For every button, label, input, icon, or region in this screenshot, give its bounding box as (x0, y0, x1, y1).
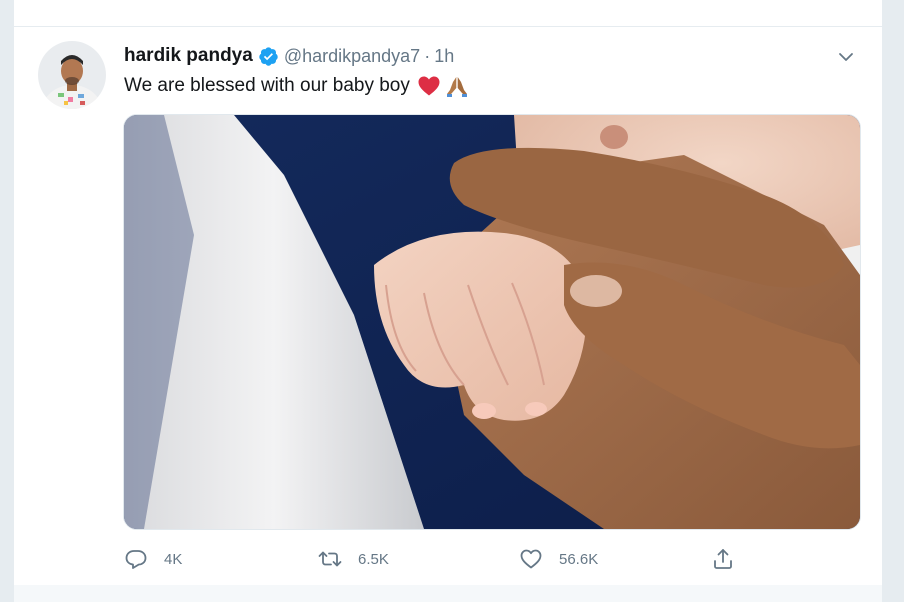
tweet-actions-bar: 4K 6.5K 56.6K (124, 541, 764, 577)
previous-tweet-strip (14, 0, 882, 27)
tweet-timestamp[interactable]: 1h (434, 46, 454, 67)
like-count: 56.6K (559, 550, 599, 568)
tweet-text-row: We are blessed with our baby boy (124, 74, 469, 98)
reply-icon (125, 550, 147, 569)
tweet-card[interactable]: hardik pandya @hardikpandya7 · 1h We are… (14, 27, 882, 585)
reply-count: 4K (164, 550, 183, 568)
chevron-down-icon[interactable] (836, 47, 856, 67)
retweet-button[interactable]: 6.5K (318, 541, 389, 577)
folded-hands-icon (445, 74, 469, 98)
red-heart-icon (417, 74, 441, 98)
retweet-count: 6.5K (358, 550, 389, 568)
separator-dot: · (424, 45, 431, 66)
user-handle[interactable]: @hardikpandya7 (284, 46, 420, 67)
next-tweet-strip (14, 585, 882, 602)
retweet-icon (318, 551, 342, 567)
like-button[interactable]: 56.6K (519, 541, 598, 577)
tweet-body-text: We are blessed with our baby boy (124, 75, 410, 96)
tweet-media-image[interactable] (123, 114, 861, 530)
avatar[interactable] (38, 41, 106, 109)
share-icon (714, 549, 732, 569)
reply-button[interactable]: 4K (124, 541, 182, 577)
verified-badge-icon (258, 46, 279, 67)
share-button[interactable] (711, 541, 735, 577)
heart-icon (520, 549, 542, 569)
tweet-header: hardik pandya @hardikpandya7 · 1h (124, 44, 454, 68)
display-name[interactable]: hardik pandya (124, 45, 253, 67)
